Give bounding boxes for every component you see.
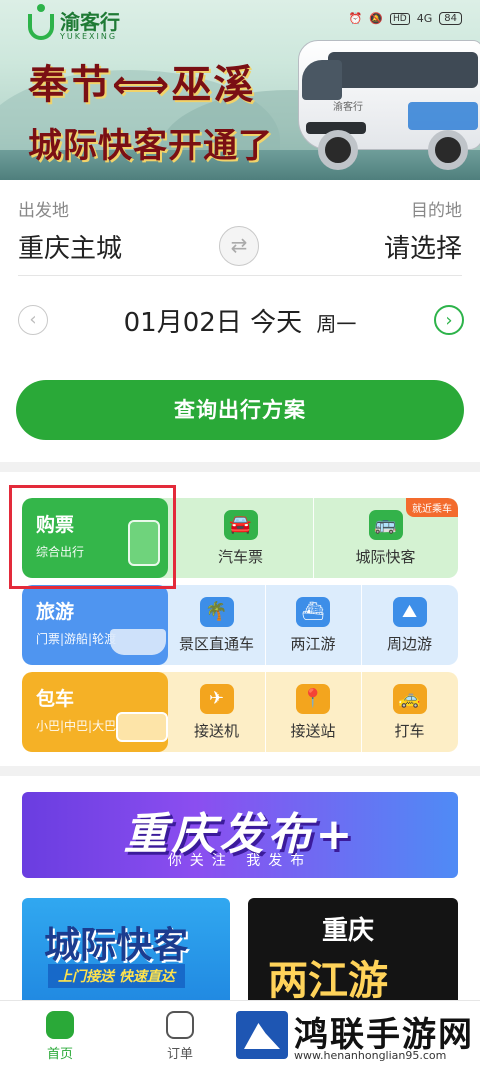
mountain-icon: ⛰ [392, 597, 427, 627]
tab-orders[interactable]: 订单 [140, 1011, 220, 1062]
station-icon: 📍 [296, 684, 330, 714]
intercity-promo-tagline: 上门接送 快速直达 [48, 964, 185, 988]
orders-icon [166, 1011, 194, 1039]
charter-row: 包车 小巴|中巴|大巴 ✈ 接送机 📍 接送站 🚕 打车 [22, 672, 458, 752]
nearby-badge: 就近乘车 [406, 498, 458, 517]
bus-ticket-item[interactable]: 🚘 汽车票 [168, 498, 313, 578]
bus-illustration-icon [116, 712, 168, 742]
destination-city[interactable]: 请选择 [384, 228, 462, 265]
intercity-promo-card[interactable]: 城际快客 上门接送 快速直达 [22, 898, 230, 1013]
nearby-tour-label: 周边游 [386, 635, 432, 653]
bus-ticket-label: 汽车票 [217, 548, 263, 566]
logo-subname: YUKEXING [60, 32, 118, 41]
tab-home[interactable]: 首页 [20, 1011, 100, 1062]
nearby-tour-item[interactable]: ⛰ 周边游 [361, 585, 458, 665]
ship-icon: ⛴ [296, 597, 330, 627]
promo-subtitle: 你关注 我发布 [167, 853, 313, 869]
charter-card[interactable]: 包车 小巴|中巴|大巴 [22, 672, 168, 752]
home-icon [46, 1011, 74, 1039]
river-promo-title: 两江游 [268, 958, 388, 1004]
airport-transfer-item[interactable]: ✈ 接送机 [168, 672, 265, 752]
car-icon: 🚘 [223, 510, 258, 540]
bus-icon: 🚌 [368, 510, 403, 540]
banner-subheadline: 城际快客开通了 [28, 126, 273, 166]
two-rivers-item[interactable]: ⛴ 两江游 [265, 585, 361, 665]
river-cruise-promo-card[interactable]: 重庆 两江游 [248, 898, 458, 1013]
date-value: 01月02日 [123, 308, 242, 338]
divider [18, 275, 462, 276]
taxi-icon: 🚕 [392, 684, 427, 714]
site-watermark: 鸿联手游网 www.henanhonglian95.com [232, 1005, 480, 1067]
travel-row: 旅游 门票|游船|轮渡 🌴 景区直通车 ⛴ 两江游 ⛰ 周边游 [22, 585, 458, 665]
station-transfer-label: 接送站 [290, 722, 336, 740]
origin-city[interactable]: 重庆主城 [18, 228, 122, 265]
section-gap [0, 766, 480, 776]
app-logo: 渝客行 YUKEXING [28, 3, 120, 41]
watermark-logo-icon [236, 1011, 288, 1059]
scenic-shuttle-label: 景区直通车 [178, 635, 254, 653]
weekday-label: 周一 [316, 312, 357, 336]
next-day-button[interactable]: › [434, 305, 464, 335]
scenic-car-icon: 🌴 [199, 597, 234, 627]
plane-icon: ✈ [199, 684, 234, 714]
charter-title: 包车 [36, 688, 75, 710]
battery-icon: 84 [439, 12, 462, 25]
river-promo-city: 重庆 [322, 916, 375, 946]
cruise-ship-icon [110, 629, 166, 655]
van-brand-label: 渝客行 [333, 102, 363, 113]
alarm-icon: ⏰ [348, 12, 363, 25]
van-illustration: 渝客行 [288, 30, 480, 170]
logo-icon [28, 3, 54, 40]
taxi-label: 打车 [394, 722, 425, 740]
logo-name: 渝客行 [60, 10, 120, 34]
swap-icon[interactable]: ⇄ [219, 226, 259, 266]
station-transfer-item[interactable]: 📍 接送站 [265, 672, 361, 752]
scenic-shuttle-item[interactable]: 🌴 景区直通车 [168, 585, 265, 665]
taxi-item[interactable]: 🚕 打车 [361, 672, 458, 752]
section-gap [0, 462, 480, 472]
highlight-box [9, 485, 176, 589]
mute-icon: 🔕 [369, 12, 384, 25]
app-screen: 渝客行 YUKEXING ⏰ 🔕 HD 4G 84 奉节⟺巫溪 城际快客开通了 … [0, 0, 480, 1067]
travel-title: 旅游 [36, 601, 75, 623]
intercity-promo-title: 城际快客 [44, 925, 189, 966]
travel-card[interactable]: 旅游 门票|游船|轮渡 [22, 585, 168, 665]
intercity-label: 城际快客 [355, 548, 416, 566]
two-rivers-label: 两江游 [290, 635, 336, 653]
hd-indicator: HD [390, 12, 410, 25]
day-label: 今天 [250, 308, 303, 338]
status-bar: ⏰ 🔕 HD 4G 84 [349, 12, 462, 25]
tab-orders-label: 订单 [166, 1047, 193, 1062]
destination-label: 目的地 [411, 201, 462, 221]
origin-label: 出发地 [18, 201, 69, 221]
query-button[interactable]: 查询出行方案 [16, 380, 464, 440]
airport-transfer-label: 接送机 [193, 722, 239, 740]
tab-home-label: 首页 [46, 1047, 73, 1062]
banner-headline: 奉节⟺巫溪 [28, 62, 256, 108]
chongqing-release-banner[interactable]: 重庆发布+ 你关注 我发布 [22, 792, 458, 878]
date-selector[interactable]: 01月02日 今天 周一 [0, 302, 480, 339]
promo-banner[interactable]: 渝客行 YUKEXING ⏰ 🔕 HD 4G 84 奉节⟺巫溪 城际快客开通了 … [0, 0, 480, 180]
watermark-url: www.henanhonglian95.com [294, 1049, 447, 1062]
signal-icon: 4G [416, 12, 433, 25]
